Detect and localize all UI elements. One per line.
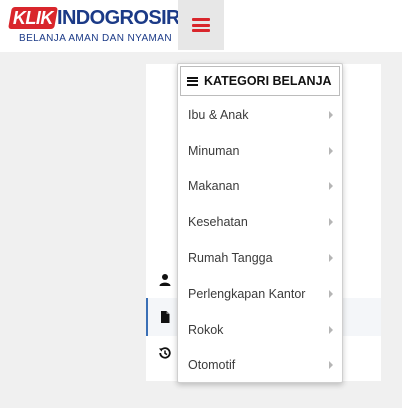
category-item-rumah-tangga[interactable]: Rumah Tangga bbox=[178, 240, 342, 276]
logo-badge: KLIK bbox=[8, 7, 58, 29]
category-item-label: Rumah Tangga bbox=[188, 251, 273, 266]
category-menu-button[interactable] bbox=[178, 0, 224, 50]
category-item-label: Minuman bbox=[188, 143, 240, 158]
chevron-right-icon bbox=[329, 146, 333, 155]
category-dropdown-title[interactable]: KATEGORI BELANJA bbox=[180, 66, 340, 96]
category-item-makanan[interactable]: Makanan bbox=[178, 169, 342, 205]
history-icon[interactable] bbox=[158, 346, 172, 360]
klikindogrosir-logo[interactable]: KLIK INDOGROSIR BELANJA AMAN DAN NYAMAN bbox=[8, 7, 181, 47]
document-icon[interactable] bbox=[158, 310, 172, 324]
category-item-label: Kesehatan bbox=[188, 215, 248, 230]
chevron-right-icon bbox=[329, 254, 333, 263]
category-item-label: Otomotif bbox=[188, 358, 236, 373]
category-item-otomotif[interactable]: Otomotif bbox=[178, 348, 342, 384]
category-item-label: Makanan bbox=[188, 179, 240, 194]
chevron-right-icon bbox=[329, 289, 333, 298]
site-header: KLIK INDOGROSIR BELANJA AMAN DAN NYAMAN bbox=[0, 0, 402, 52]
logo-tagline: BELANJA AMAN DAN NYAMAN bbox=[19, 33, 172, 44]
category-item-rokok[interactable]: Rokok bbox=[178, 312, 342, 348]
category-list: Ibu & Anak Minuman Makanan Kesehatan Rum… bbox=[178, 97, 342, 383]
logo-badge-text: KLIK bbox=[13, 7, 53, 28]
category-item-label: Perlengkapan Kantor bbox=[188, 286, 306, 301]
chevron-right-icon bbox=[329, 325, 333, 334]
hamburger-icon bbox=[192, 18, 210, 32]
category-item-label: Ibu & Anak bbox=[188, 107, 249, 122]
chevron-right-icon bbox=[329, 110, 333, 119]
category-item-perlengkapan-kantor[interactable]: Perlengkapan Kantor bbox=[178, 276, 342, 312]
category-item-ibu-anak[interactable]: Ibu & Anak bbox=[178, 97, 342, 133]
category-dropdown: KATEGORI BELANJA Ibu & Anak Minuman Maka… bbox=[177, 63, 343, 383]
chevron-right-icon bbox=[329, 218, 333, 227]
category-dropdown-title-text: KATEGORI BELANJA bbox=[204, 74, 332, 88]
category-item-minuman[interactable]: Minuman bbox=[178, 133, 342, 169]
hamburger-icon bbox=[187, 76, 198, 86]
user-icon[interactable] bbox=[158, 273, 172, 287]
category-item-label: Rokok bbox=[188, 322, 224, 337]
chevron-right-icon bbox=[329, 182, 333, 191]
logo-wordmark: INDOGROSIR bbox=[57, 7, 181, 29]
chevron-right-icon bbox=[329, 361, 333, 370]
category-item-kesehatan[interactable]: Kesehatan bbox=[178, 204, 342, 240]
